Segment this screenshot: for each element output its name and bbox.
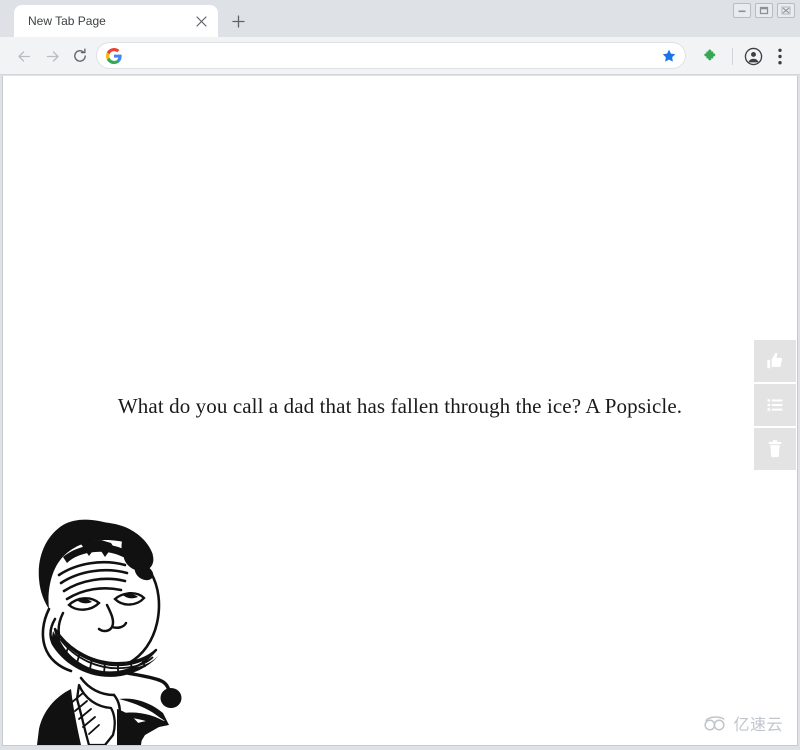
address-bar[interactable] [96, 42, 686, 69]
cloud-logo-icon [704, 715, 726, 731]
list-icon [767, 399, 783, 411]
back-button[interactable] [11, 43, 37, 69]
account-avatar-icon [744, 47, 762, 65]
like-button[interactable] [754, 340, 796, 382]
reload-button[interactable] [67, 43, 93, 69]
extensions-button[interactable] [698, 43, 724, 69]
trash-icon [768, 440, 782, 458]
browser-window: New Tab Page What do you call a dad that… [0, 0, 800, 750]
window-maximize-button[interactable] [755, 3, 773, 18]
thumbs-up-icon [767, 352, 783, 369]
arrow-left-icon [17, 50, 30, 62]
profile-button[interactable] [740, 43, 766, 69]
toolbar-divider [732, 48, 733, 65]
list-button[interactable] [754, 384, 796, 426]
troll-face-image [19, 513, 187, 745]
window-minimize-button[interactable] [733, 3, 751, 18]
window-controls [733, 3, 795, 18]
joke-text: What do you call a dad that has fallen t… [117, 394, 683, 418]
puzzle-piece-icon [704, 49, 716, 61]
google-g-icon [106, 48, 122, 64]
three-dots-icon [778, 48, 782, 64]
close-tab-icon[interactable] [192, 12, 210, 30]
forward-button[interactable] [39, 43, 65, 69]
address-bar-input[interactable] [129, 43, 649, 68]
reload-icon [74, 48, 86, 62]
new-tab-button[interactable] [226, 9, 250, 33]
action-rail [754, 340, 796, 470]
watermark-text: 亿速云 [733, 715, 783, 734]
window-close-button[interactable] [777, 3, 795, 18]
bookmark-star-icon[interactable] [661, 48, 677, 64]
tab-title: New Tab Page [28, 14, 106, 28]
browser-tab[interactable]: New Tab Page [14, 5, 218, 37]
browser-menu-button[interactable] [769, 43, 791, 69]
browser-toolbar [0, 37, 800, 75]
tab-strip: New Tab Page [0, 0, 800, 37]
arrow-right-icon [46, 50, 59, 62]
page-viewport: What do you call a dad that has fallen t… [2, 76, 798, 746]
watermark: 亿速云 [703, 711, 783, 735]
delete-button[interactable] [754, 428, 796, 470]
